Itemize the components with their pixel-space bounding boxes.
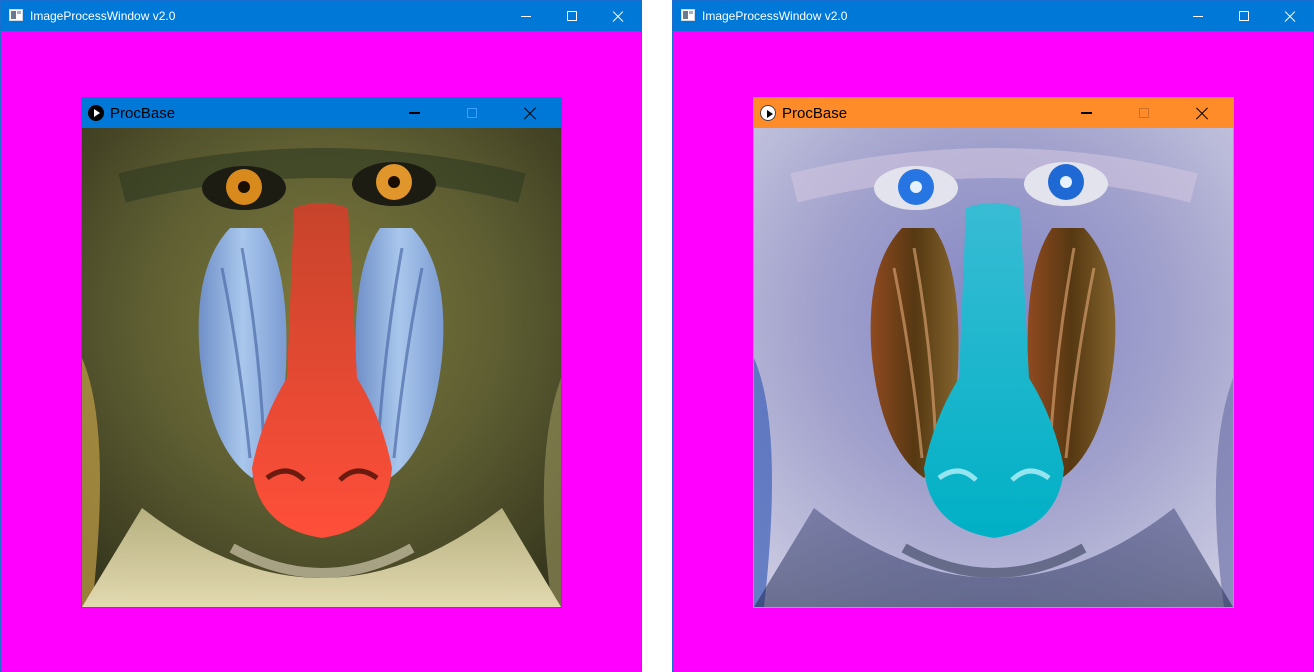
- maximize-icon: [1239, 11, 1249, 21]
- minimize-icon: [521, 15, 531, 17]
- play-icon[interactable]: [88, 105, 104, 121]
- play-icon[interactable]: [760, 105, 776, 121]
- maximize-button[interactable]: [1221, 1, 1267, 31]
- child-window-title: ProcBase: [782, 105, 848, 122]
- child-window-title: ProcBase: [110, 105, 176, 122]
- minimize-icon: [408, 112, 420, 114]
- close-button[interactable]: [1267, 1, 1313, 31]
- maximize-icon: [567, 11, 577, 21]
- maximize-button[interactable]: [549, 1, 595, 31]
- window-title: ImageProcessWindow v2.0: [702, 9, 848, 23]
- window-titlebar[interactable]: ImageProcessWindow v2.0: [673, 1, 1313, 31]
- child-close-button[interactable]: [507, 98, 553, 128]
- image-process-window-right: ImageProcessWindow v2.0 ProcBase: [672, 0, 1314, 672]
- child-titlebar[interactable]: ProcBase: [754, 98, 1233, 128]
- close-icon: [612, 10, 624, 22]
- child-minimize-button[interactable]: [1063, 98, 1109, 128]
- procbase-window-original: ProcBase: [81, 97, 562, 608]
- mandrill-image-inverted: [754, 128, 1233, 607]
- image-process-window-left: ImageProcessWindow v2.0 ProcBase: [0, 0, 642, 672]
- close-icon: [1196, 107, 1209, 120]
- mandrill-image-original: [82, 128, 561, 607]
- window-title: ImageProcessWindow v2.0: [30, 9, 176, 23]
- maximize-icon: [467, 108, 477, 118]
- close-icon: [524, 107, 537, 120]
- app-icon[interactable]: [681, 9, 695, 21]
- child-close-button[interactable]: [1179, 98, 1225, 128]
- child-titlebar[interactable]: ProcBase: [82, 98, 561, 128]
- child-maximize-button[interactable]: [449, 98, 495, 128]
- child-maximize-button[interactable]: [1121, 98, 1167, 128]
- close-icon: [1284, 10, 1296, 22]
- child-minimize-button[interactable]: [391, 98, 437, 128]
- minimize-icon: [1080, 112, 1092, 114]
- minimize-button[interactable]: [503, 1, 549, 31]
- app-icon[interactable]: [9, 9, 23, 21]
- close-button[interactable]: [595, 1, 641, 31]
- minimize-button[interactable]: [1175, 1, 1221, 31]
- maximize-icon: [1139, 108, 1149, 118]
- window-titlebar[interactable]: ImageProcessWindow v2.0: [1, 1, 641, 31]
- procbase-window-inverted: ProcBase: [753, 97, 1234, 608]
- minimize-icon: [1193, 15, 1203, 17]
